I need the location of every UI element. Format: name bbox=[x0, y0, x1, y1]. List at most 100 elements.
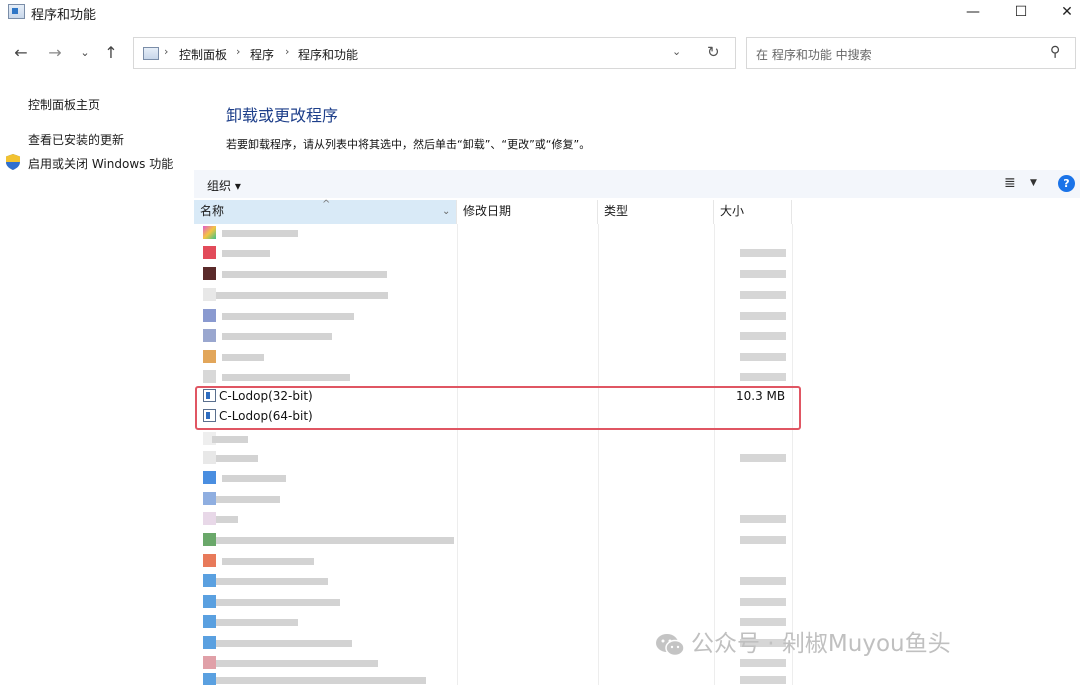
list-item[interactable] bbox=[194, 670, 798, 685]
control-panel-icon bbox=[143, 47, 159, 60]
app-icon bbox=[203, 656, 216, 669]
blurred-size bbox=[740, 676, 786, 684]
view-options-dropdown[interactable]: ▼ bbox=[1030, 178, 1037, 188]
app-icon bbox=[203, 246, 216, 259]
chevron-right-icon[interactable]: › bbox=[236, 45, 240, 58]
blurred-text bbox=[216, 516, 238, 523]
forward-button[interactable]: → bbox=[44, 42, 66, 64]
help-icon[interactable]: ? bbox=[1058, 175, 1075, 192]
app-icon bbox=[203, 673, 216, 685]
column-header-type[interactable]: 类型 bbox=[598, 200, 714, 224]
maximize-button[interactable]: ☐ bbox=[998, 0, 1044, 26]
blurred-size bbox=[740, 249, 786, 257]
highlight-box bbox=[195, 386, 801, 430]
address-bar[interactable]: › 控制面板 › 程序 › 程序和功能 ⌄ ↻ bbox=[133, 37, 736, 69]
watermark: 公众号 · 剁椒Muyou鱼头 bbox=[655, 624, 951, 658]
chevron-right-icon[interactable]: › bbox=[164, 45, 168, 58]
minimize-button[interactable]: — bbox=[950, 0, 996, 26]
blurred-size bbox=[740, 353, 786, 361]
sidebar-item-control-panel-home[interactable]: 控制面板主页 bbox=[28, 96, 100, 113]
app-icon bbox=[203, 554, 216, 567]
app-icon bbox=[203, 451, 216, 464]
blurred-text bbox=[216, 455, 258, 462]
blurred-text bbox=[216, 619, 298, 626]
list-item[interactable] bbox=[194, 367, 798, 387]
organize-button[interactable]: 组织 ▾ bbox=[207, 177, 241, 194]
breadcrumb-programs-features[interactable]: 程序和功能 bbox=[298, 46, 358, 63]
column-header-size[interactable]: 大小 bbox=[714, 200, 792, 224]
blurred-text bbox=[222, 475, 286, 482]
blurred-text bbox=[216, 292, 388, 299]
app-icon bbox=[203, 512, 216, 525]
close-button[interactable]: ✕ bbox=[1044, 0, 1080, 26]
chevron-right-icon[interactable]: › bbox=[285, 45, 289, 58]
list-item[interactable] bbox=[194, 489, 798, 509]
chevron-down-icon[interactable]: ⌄ bbox=[442, 201, 450, 223]
list-item[interactable] bbox=[194, 468, 798, 488]
list-item[interactable] bbox=[194, 551, 798, 571]
app-icon bbox=[203, 615, 216, 628]
blurred-text bbox=[222, 313, 354, 320]
chevron-down-icon[interactable]: ⌄ bbox=[672, 45, 681, 58]
list-item[interactable] bbox=[194, 326, 798, 346]
refresh-icon[interactable]: ↻ bbox=[707, 43, 720, 61]
page-title: 卸载或更改程序 bbox=[226, 106, 339, 125]
blurred-text bbox=[222, 374, 350, 381]
blurred-text bbox=[216, 537, 454, 544]
column-label: 名称 bbox=[200, 204, 225, 218]
list-item[interactable] bbox=[194, 429, 798, 449]
blurred-text bbox=[222, 354, 264, 361]
app-icon bbox=[203, 471, 216, 484]
column-header-name[interactable]: 名称 ^ ⌄ bbox=[194, 199, 457, 224]
app-icon bbox=[203, 226, 216, 239]
list-item[interactable] bbox=[194, 509, 798, 529]
column-header-date[interactable]: 修改日期 bbox=[457, 200, 598, 224]
column-header-row: 名称 ^ ⌄ 修改日期 类型 大小 bbox=[194, 199, 1080, 224]
blurred-size bbox=[740, 332, 786, 340]
blurred-text bbox=[222, 271, 387, 278]
back-button[interactable]: ← bbox=[10, 42, 32, 64]
blurred-text bbox=[222, 230, 298, 237]
list-item[interactable] bbox=[194, 592, 798, 612]
blurred-text bbox=[216, 496, 280, 503]
list-item[interactable] bbox=[194, 347, 798, 367]
list-item[interactable] bbox=[194, 306, 798, 326]
app-icon bbox=[203, 533, 216, 546]
sidebar-item-installed-updates[interactable]: 查看已安装的更新 bbox=[28, 131, 124, 148]
app-icon bbox=[203, 636, 216, 649]
search-input[interactable]: 在 程序和功能 中搜索 bbox=[756, 46, 872, 63]
app-icon bbox=[203, 370, 216, 383]
list-item[interactable] bbox=[194, 243, 798, 263]
blurred-text bbox=[216, 660, 378, 667]
recent-locations-button[interactable]: ⌄ bbox=[74, 42, 96, 64]
watermark-text: 公众号 · 剁椒Muyou鱼头 bbox=[691, 631, 951, 657]
list-item[interactable] bbox=[194, 530, 798, 550]
breadcrumb-programs[interactable]: 程序 bbox=[250, 46, 274, 63]
blurred-size bbox=[740, 577, 786, 585]
wechat-icon bbox=[656, 633, 685, 656]
window-icon bbox=[8, 4, 25, 19]
up-button[interactable]: ↑ bbox=[100, 42, 122, 64]
view-list-icon[interactable]: ≣ bbox=[1004, 175, 1016, 191]
blurred-size bbox=[740, 373, 786, 381]
list-item[interactable] bbox=[194, 571, 798, 591]
page-description: 若要卸载程序，请从列表中将其选中，然后单击“卸载”、“更改”或“修复”。 bbox=[226, 138, 591, 151]
sidebar-item-windows-features[interactable]: 启用或关闭 Windows 功能 bbox=[28, 155, 173, 172]
blurred-size bbox=[740, 598, 786, 606]
app-icon bbox=[203, 309, 216, 322]
search-box[interactable]: 在 程序和功能 中搜索 ⚲ bbox=[746, 37, 1076, 69]
navigation-bar: ← → ⌄ ↑ › 控制面板 › 程序 › 程序和功能 ⌄ ↻ 在 程序和功能 … bbox=[0, 34, 1080, 74]
list-item[interactable] bbox=[194, 264, 798, 284]
list-item[interactable] bbox=[194, 223, 798, 243]
list-item[interactable] bbox=[194, 448, 798, 468]
blurred-size bbox=[740, 536, 786, 544]
search-icon[interactable]: ⚲ bbox=[1050, 44, 1060, 60]
list-item[interactable] bbox=[194, 285, 798, 305]
breadcrumb-control-panel[interactable]: 控制面板 bbox=[179, 46, 227, 63]
app-icon bbox=[203, 595, 216, 608]
app-icon bbox=[203, 288, 216, 301]
blurred-text bbox=[216, 578, 328, 585]
app-icon bbox=[203, 574, 216, 587]
blurred-size bbox=[740, 312, 786, 320]
blurred-text bbox=[216, 677, 426, 684]
